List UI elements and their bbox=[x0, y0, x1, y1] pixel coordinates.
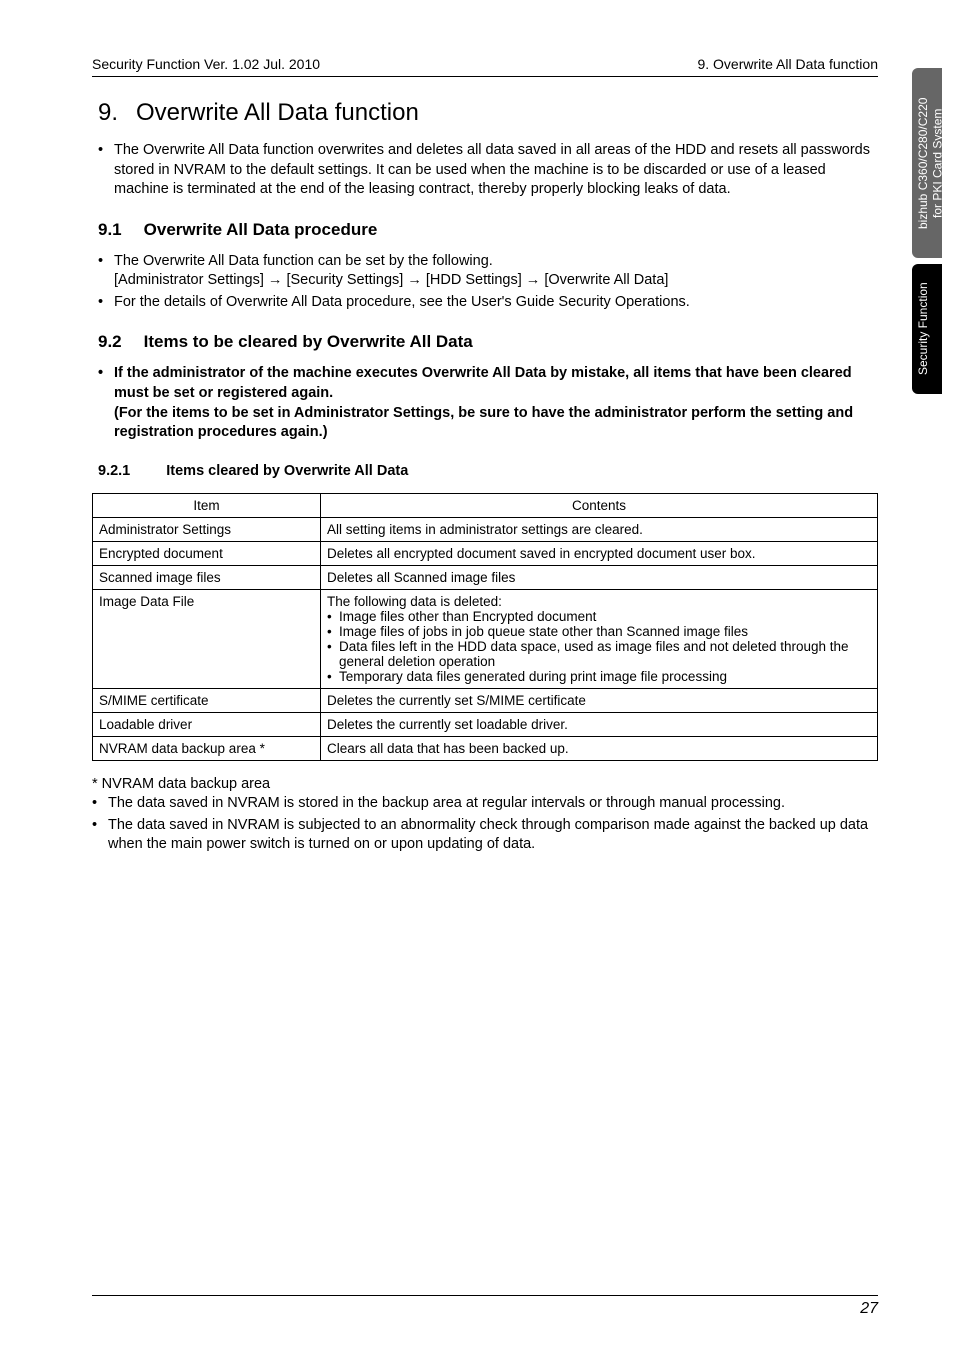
subsubsection-9-2-1: 9.2.1 Items cleared by Overwrite All Data bbox=[98, 463, 878, 479]
items-table: Item Contents Administrator Settings All… bbox=[92, 493, 878, 761]
s91-b1-line2: [Administrator Settings] → [Security Set… bbox=[114, 272, 668, 288]
side-tab-security: Security Function bbox=[912, 264, 942, 394]
table-row: Administrator Settings All setting items… bbox=[93, 517, 878, 541]
footnote-lead: * NVRAM data backup area bbox=[92, 775, 878, 795]
table-cell-bullet: Image files other than Encrypted documen… bbox=[327, 609, 871, 624]
subsection-9-2-num: 9.2 bbox=[98, 332, 122, 352]
table-cell-bullets: Image files other than Encrypted documen… bbox=[327, 609, 871, 684]
section-number: 9. bbox=[98, 99, 118, 127]
table-cell-contents: Deletes the currently set S/MIME certifi… bbox=[321, 688, 878, 712]
table-cell-item: Encrypted document bbox=[93, 541, 321, 565]
table-row: NVRAM data backup area * Clears all data… bbox=[93, 736, 878, 760]
table-cell-contents: All setting items in administrator setti… bbox=[321, 517, 878, 541]
subsubsection-9-2-1-num: 9.2.1 bbox=[98, 463, 130, 479]
table-cell-bullet: Temporary data files generated during pr… bbox=[327, 669, 871, 684]
header-right: 9. Overwrite All Data function bbox=[697, 56, 878, 72]
page-number: 27 bbox=[92, 1295, 878, 1318]
s91-b1-line1: The Overwrite All Data function can be s… bbox=[114, 253, 493, 269]
table-head-item: Item bbox=[93, 493, 321, 517]
subsection-9-1-num: 9.1 bbox=[98, 220, 122, 240]
page-header: Security Function Ver. 1.02 Jul. 2010 9.… bbox=[92, 56, 878, 77]
table-cell-item: Image Data File bbox=[93, 589, 321, 688]
table-cell-bullet: Data files left in the HDD data space, u… bbox=[327, 639, 871, 669]
subsection-9-1: 9.1 Overwrite All Data procedure bbox=[98, 220, 878, 240]
table-head-contents: Contents bbox=[321, 493, 878, 517]
table-row: Loadable driver Deletes the currently se… bbox=[93, 712, 878, 736]
footnote-b1: The data saved in NVRAM is stored in the… bbox=[92, 794, 878, 814]
table-cell-item: Scanned image files bbox=[93, 565, 321, 589]
footnote-section: * NVRAM data backup area The data saved … bbox=[92, 775, 878, 855]
table-cell-lead: The following data is deleted: bbox=[327, 594, 871, 609]
s92-note-list: If the administrator of the machine exec… bbox=[98, 364, 878, 442]
table-row: Image Data File The following data is de… bbox=[93, 589, 878, 688]
table-cell-item: NVRAM data backup area * bbox=[93, 736, 321, 760]
table-row: Scanned image files Deletes all Scanned … bbox=[93, 565, 878, 589]
s92-note: If the administrator of the machine exec… bbox=[98, 364, 878, 442]
table-cell-item: Administrator Settings bbox=[93, 517, 321, 541]
footnote-list: The data saved in NVRAM is stored in the… bbox=[92, 794, 878, 855]
intro-bullet: The Overwrite All Data function overwrit… bbox=[98, 141, 878, 200]
table-row: Encrypted document Deletes all encrypted… bbox=[93, 541, 878, 565]
s91-list: The Overwrite All Data function can be s… bbox=[98, 252, 878, 313]
table-cell-bullet: Image files of jobs in job queue state o… bbox=[327, 624, 871, 639]
table-cell-contents: Deletes all encrypted document saved in … bbox=[321, 541, 878, 565]
section-title-text: Overwrite All Data function bbox=[136, 99, 419, 126]
table-cell-item: Loadable driver bbox=[93, 712, 321, 736]
s91-b1: The Overwrite All Data function can be s… bbox=[98, 252, 878, 291]
table-row: S/MIME certificate Deletes the currently… bbox=[93, 688, 878, 712]
intro-list: The Overwrite All Data function overwrit… bbox=[98, 141, 878, 200]
table-cell-contents: Deletes the currently set loadable drive… bbox=[321, 712, 878, 736]
document-page: Security Function Ver. 1.02 Jul. 2010 9.… bbox=[0, 0, 954, 1352]
table-cell-contents: The following data is deleted: Image fil… bbox=[321, 589, 878, 688]
s91-b2: For the details of Overwrite All Data pr… bbox=[98, 293, 878, 313]
footnote-b2: The data saved in NVRAM is subjected to … bbox=[92, 816, 878, 855]
table-cell-contents: Deletes all Scanned image files bbox=[321, 565, 878, 589]
subsection-9-1-title: Overwrite All Data procedure bbox=[144, 220, 378, 239]
header-left: Security Function Ver. 1.02 Jul. 2010 bbox=[92, 56, 320, 72]
side-tab-model: bizhub C360/C280/C220 for PKI Card Syste… bbox=[912, 68, 942, 258]
subsection-9-2: 9.2 Items to be cleared by Overwrite All … bbox=[98, 332, 878, 352]
subsubsection-9-2-1-title: Items cleared by Overwrite All Data bbox=[166, 463, 408, 479]
table-cell-item: S/MIME certificate bbox=[93, 688, 321, 712]
table-cell-contents: Clears all data that has been backed up. bbox=[321, 736, 878, 760]
side-tabs: bizhub C360/C280/C220 for PKI Card Syste… bbox=[912, 68, 942, 394]
subsection-9-2-title: Items to be cleared by Overwrite All Dat… bbox=[144, 332, 473, 351]
table-header-row: Item Contents bbox=[93, 493, 878, 517]
section-title: 9. Overwrite All Data function bbox=[98, 99, 878, 127]
